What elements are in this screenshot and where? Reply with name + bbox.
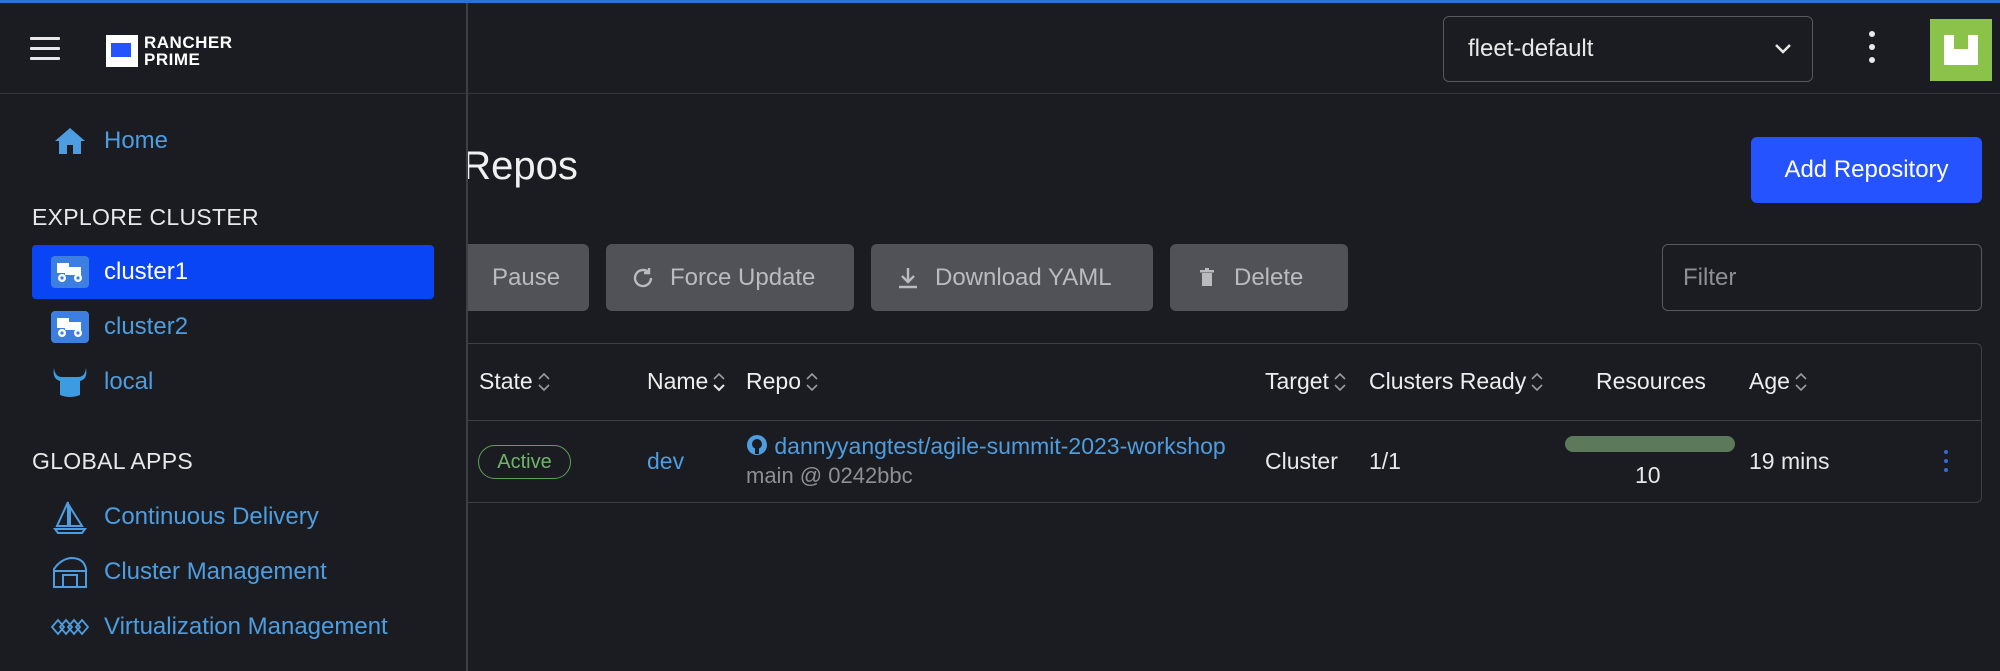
nav-label-local: local xyxy=(104,368,154,395)
nav-label-cluster-management: Cluster Management xyxy=(104,558,327,585)
column-header-name[interactable]: Name xyxy=(647,368,726,395)
target-value: Cluster xyxy=(1265,448,1338,474)
pause-label: Pause xyxy=(492,263,561,291)
explore-cluster-heading: EXPLORE CLUSTER xyxy=(32,204,259,230)
sort-icon xyxy=(713,372,726,391)
nav-label-continuous-delivery: Continuous Delivery xyxy=(104,503,319,530)
sort-icon xyxy=(1531,372,1543,391)
repo-name-link[interactable]: dev xyxy=(647,448,684,475)
sort-icon xyxy=(1795,372,1807,391)
cluster-icon xyxy=(50,254,90,290)
add-repository-button[interactable]: Add Repository xyxy=(1751,137,1982,203)
repos-table: State Name Repo Target Clusters Ready Re… xyxy=(440,343,1982,503)
resources-progress-bar xyxy=(1565,436,1735,452)
filter-input[interactable] xyxy=(1662,244,1982,311)
namespace-select[interactable]: fleet-default xyxy=(1443,16,1813,82)
column-header-target[interactable]: Target xyxy=(1265,368,1347,395)
user-avatar[interactable] xyxy=(1930,19,1992,81)
delete-label: Delete xyxy=(1234,263,1304,291)
clusters-ready-value: 1/1 xyxy=(1369,448,1401,474)
barn-icon xyxy=(50,554,90,590)
sort-icon xyxy=(1334,372,1346,391)
chevron-down-icon xyxy=(1775,44,1791,54)
logo-text-line2: PRIME xyxy=(144,50,201,69)
rancher-prime-logo[interactable]: RANCHER PRIME xyxy=(106,31,246,71)
sidenav-header: RANCHER PRIME xyxy=(0,3,466,94)
download-yaml-button[interactable]: Download YAML xyxy=(871,244,1153,311)
column-header-repo[interactable]: Repo xyxy=(746,368,819,395)
status-badge: Active xyxy=(478,445,571,479)
hamburger-menu-icon[interactable] xyxy=(30,37,60,61)
namespace-select-value: fleet-default xyxy=(1468,35,1594,62)
nav-item-cluster-management[interactable]: Cluster Management xyxy=(32,545,434,599)
harvester-icon xyxy=(50,609,90,645)
global-apps-heading: GLOBAL APPS xyxy=(32,448,193,474)
delete-button[interactable]: Delete xyxy=(1170,244,1348,311)
nav-label-virtualization-management: Virtualization Management xyxy=(104,613,388,640)
force-update-button[interactable]: Force Update xyxy=(606,244,854,311)
nav-item-home[interactable]: Home xyxy=(32,114,434,168)
download-icon xyxy=(899,267,917,288)
logo-text-line1: RANCHER xyxy=(144,33,233,52)
sort-icon xyxy=(538,372,550,391)
download-yaml-label: Download YAML xyxy=(935,263,1112,291)
nav-item-cluster1[interactable]: cluster1 xyxy=(32,245,434,299)
nav-label-home: Home xyxy=(104,127,169,154)
column-header-resources: Resources xyxy=(1596,368,1706,394)
trash-icon xyxy=(1200,267,1214,286)
refresh-icon xyxy=(633,267,653,287)
rancher-logo-mark xyxy=(106,35,138,67)
repo-url-cell: dannyyangtest/agile-summit-2023-workshop xyxy=(746,433,1226,460)
side-navigation: RANCHER PRIME Home EXPLORE CLUSTER clust… xyxy=(0,3,468,671)
nav-item-local[interactable]: local xyxy=(32,355,434,409)
nav-label-cluster2: cluster2 xyxy=(104,313,189,340)
age-value: 19 mins xyxy=(1749,448,1830,474)
repo-url-link[interactable]: dannyyangtest/agile-summit-2023-workshop xyxy=(774,433,1225,459)
resources-count: 10 xyxy=(1635,462,1661,488)
nav-item-cluster2[interactable]: cluster2 xyxy=(32,300,434,354)
nav-label-cluster1: cluster1 xyxy=(104,258,189,285)
force-update-label: Force Update xyxy=(670,263,816,291)
sailboat-icon xyxy=(50,499,90,535)
github-icon xyxy=(747,435,767,455)
row-actions-icon[interactable] xyxy=(1941,450,1951,474)
nav-item-virtualization-management[interactable]: Virtualization Management xyxy=(32,600,434,654)
bull-icon xyxy=(50,364,90,400)
more-options-icon[interactable] xyxy=(1862,31,1882,71)
column-header-state[interactable]: State xyxy=(479,368,551,395)
sort-icon xyxy=(806,372,818,391)
column-header-age[interactable]: Age xyxy=(1749,368,1808,395)
cluster-icon xyxy=(50,309,90,345)
column-header-clusters-ready[interactable]: Clusters Ready xyxy=(1369,368,1544,395)
table-header: State Name Repo Target Clusters Ready Re… xyxy=(441,344,1981,421)
nav-item-continuous-delivery[interactable]: Continuous Delivery xyxy=(32,490,434,544)
home-icon xyxy=(50,123,90,159)
branch-commit: main @ 0242bbc xyxy=(746,463,913,488)
